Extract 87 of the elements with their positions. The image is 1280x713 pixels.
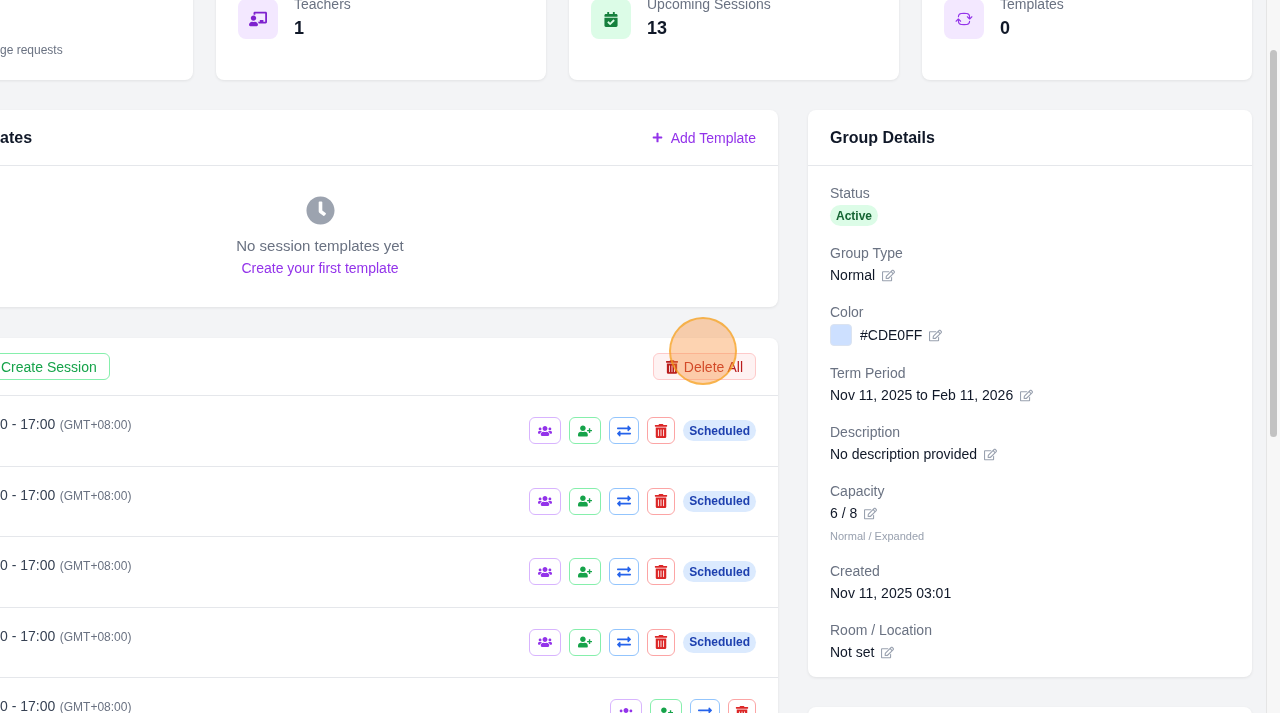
- user-plus-icon: [578, 494, 593, 509]
- field-value: #CDE0FF: [860, 326, 923, 345]
- status-badge: Scheduled: [683, 420, 756, 442]
- trash-icon: [654, 564, 669, 579]
- users-icon: [538, 494, 553, 509]
- trash-icon: [654, 423, 669, 438]
- field-note: Normal / Expanded: [830, 529, 926, 544]
- plus-icon: [651, 132, 663, 143]
- user-plus-icon: [578, 423, 593, 438]
- field-label: Group Type: [830, 244, 904, 263]
- field-value: Normal: [830, 266, 876, 285]
- edit-icon[interactable]: [1020, 388, 1034, 402]
- create-template-link[interactable]: Create your first template: [241, 258, 399, 278]
- edit-icon[interactable]: [929, 328, 943, 342]
- field-label: Description: [830, 423, 902, 442]
- status-badge: Scheduled: [683, 490, 756, 512]
- swap-arrows-icon: [617, 635, 632, 650]
- session-timezone: (GMT+08:00): [59, 488, 132, 503]
- edit-icon[interactable]: [984, 447, 998, 461]
- view-students-button[interactable]: [529, 628, 562, 656]
- field-value: Nov 11, 2025 03:01: [830, 584, 952, 603]
- repeat-arrows-icon: [944, 0, 984, 39]
- calendar-check-icon: [591, 0, 631, 39]
- stat-note: ge requests: [0, 42, 64, 58]
- users-icon: [538, 423, 553, 438]
- add-student-button[interactable]: [569, 558, 602, 586]
- session-time: 0 - 17:00: [0, 486, 56, 503]
- session-time: 0 - 17:00: [0, 698, 56, 713]
- stat-value: 1: [294, 17, 305, 40]
- session-time: 0 - 17:00: [0, 416, 56, 432]
- view-students-button[interactable]: [529, 558, 562, 586]
- users-icon: [538, 564, 553, 579]
- edit-icon[interactable]: [864, 506, 878, 520]
- trash-icon: [665, 359, 678, 374]
- field-label: Room / Location: [830, 621, 933, 640]
- field-label: Color: [830, 303, 865, 322]
- transfer-button[interactable]: [609, 417, 640, 445]
- delete-button[interactable]: [647, 487, 676, 515]
- field-value: Not set: [830, 643, 875, 662]
- add-student-button[interactable]: [569, 628, 602, 656]
- add-template-button[interactable]: Add Template: [651, 127, 756, 148]
- transfer-button[interactable]: [609, 628, 640, 656]
- scrollbar-thumb[interactable]: [1270, 50, 1277, 437]
- card-title: ates: [0, 127, 33, 148]
- field-value: No description provided: [830, 445, 978, 464]
- delete-button[interactable]: [647, 628, 676, 656]
- card-title: Group Details: [830, 127, 935, 148]
- transfer-button[interactable]: [609, 558, 640, 586]
- swap-arrows-icon: [617, 494, 632, 509]
- session-time: 0 - 17:00: [0, 627, 56, 644]
- edit-icon[interactable]: [882, 268, 896, 282]
- swap-arrows-icon: [617, 564, 632, 579]
- delete-button[interactable]: [647, 417, 676, 445]
- session-timezone: (GMT+08:00): [59, 700, 132, 713]
- view-students-button[interactable]: [529, 417, 562, 445]
- status-badge: Scheduled: [683, 631, 756, 653]
- trash-icon: [654, 494, 669, 509]
- clock-icon: [305, 196, 335, 225]
- user-plus-icon: [578, 635, 593, 650]
- status-badge: Active: [830, 205, 879, 226]
- create-session-button[interactable]: Create Session: [0, 353, 110, 380]
- user-plus-icon: [578, 564, 593, 579]
- add-student-button[interactable]: [569, 487, 602, 515]
- delete-button[interactable]: [647, 558, 676, 586]
- stat-value: 13: [647, 17, 669, 40]
- field-label: Capacity: [830, 482, 886, 501]
- field-label: Created: [830, 562, 881, 581]
- users-icon: [538, 635, 553, 650]
- teacher-board-icon: [238, 0, 278, 39]
- field-label: Status: [830, 184, 871, 203]
- add-student-button[interactable]: [569, 417, 602, 445]
- session-timezone: (GMT+08:00): [59, 559, 132, 573]
- trash-icon: [654, 635, 669, 650]
- status-badge: Scheduled: [683, 561, 756, 583]
- session-timezone: (GMT+08:00): [59, 629, 132, 644]
- transfer-button[interactable]: [609, 487, 640, 515]
- scrollbar[interactable]: [1266, 0, 1280, 713]
- stat-value: 0: [1000, 17, 1011, 40]
- swap-arrows-icon: [617, 423, 632, 438]
- field-value: Nov 11, 2025 to Feb 11, 2026: [830, 386, 1014, 405]
- view-students-button[interactable]: [529, 487, 562, 515]
- field-label: Term Period: [830, 364, 907, 383]
- empty-message: No session templates yet: [236, 236, 404, 256]
- session-time: 0 - 17:00: [0, 557, 56, 573]
- edit-icon[interactable]: [881, 645, 895, 659]
- session-timezone: (GMT+08:00): [59, 418, 132, 432]
- field-value: 6 / 8: [830, 504, 858, 523]
